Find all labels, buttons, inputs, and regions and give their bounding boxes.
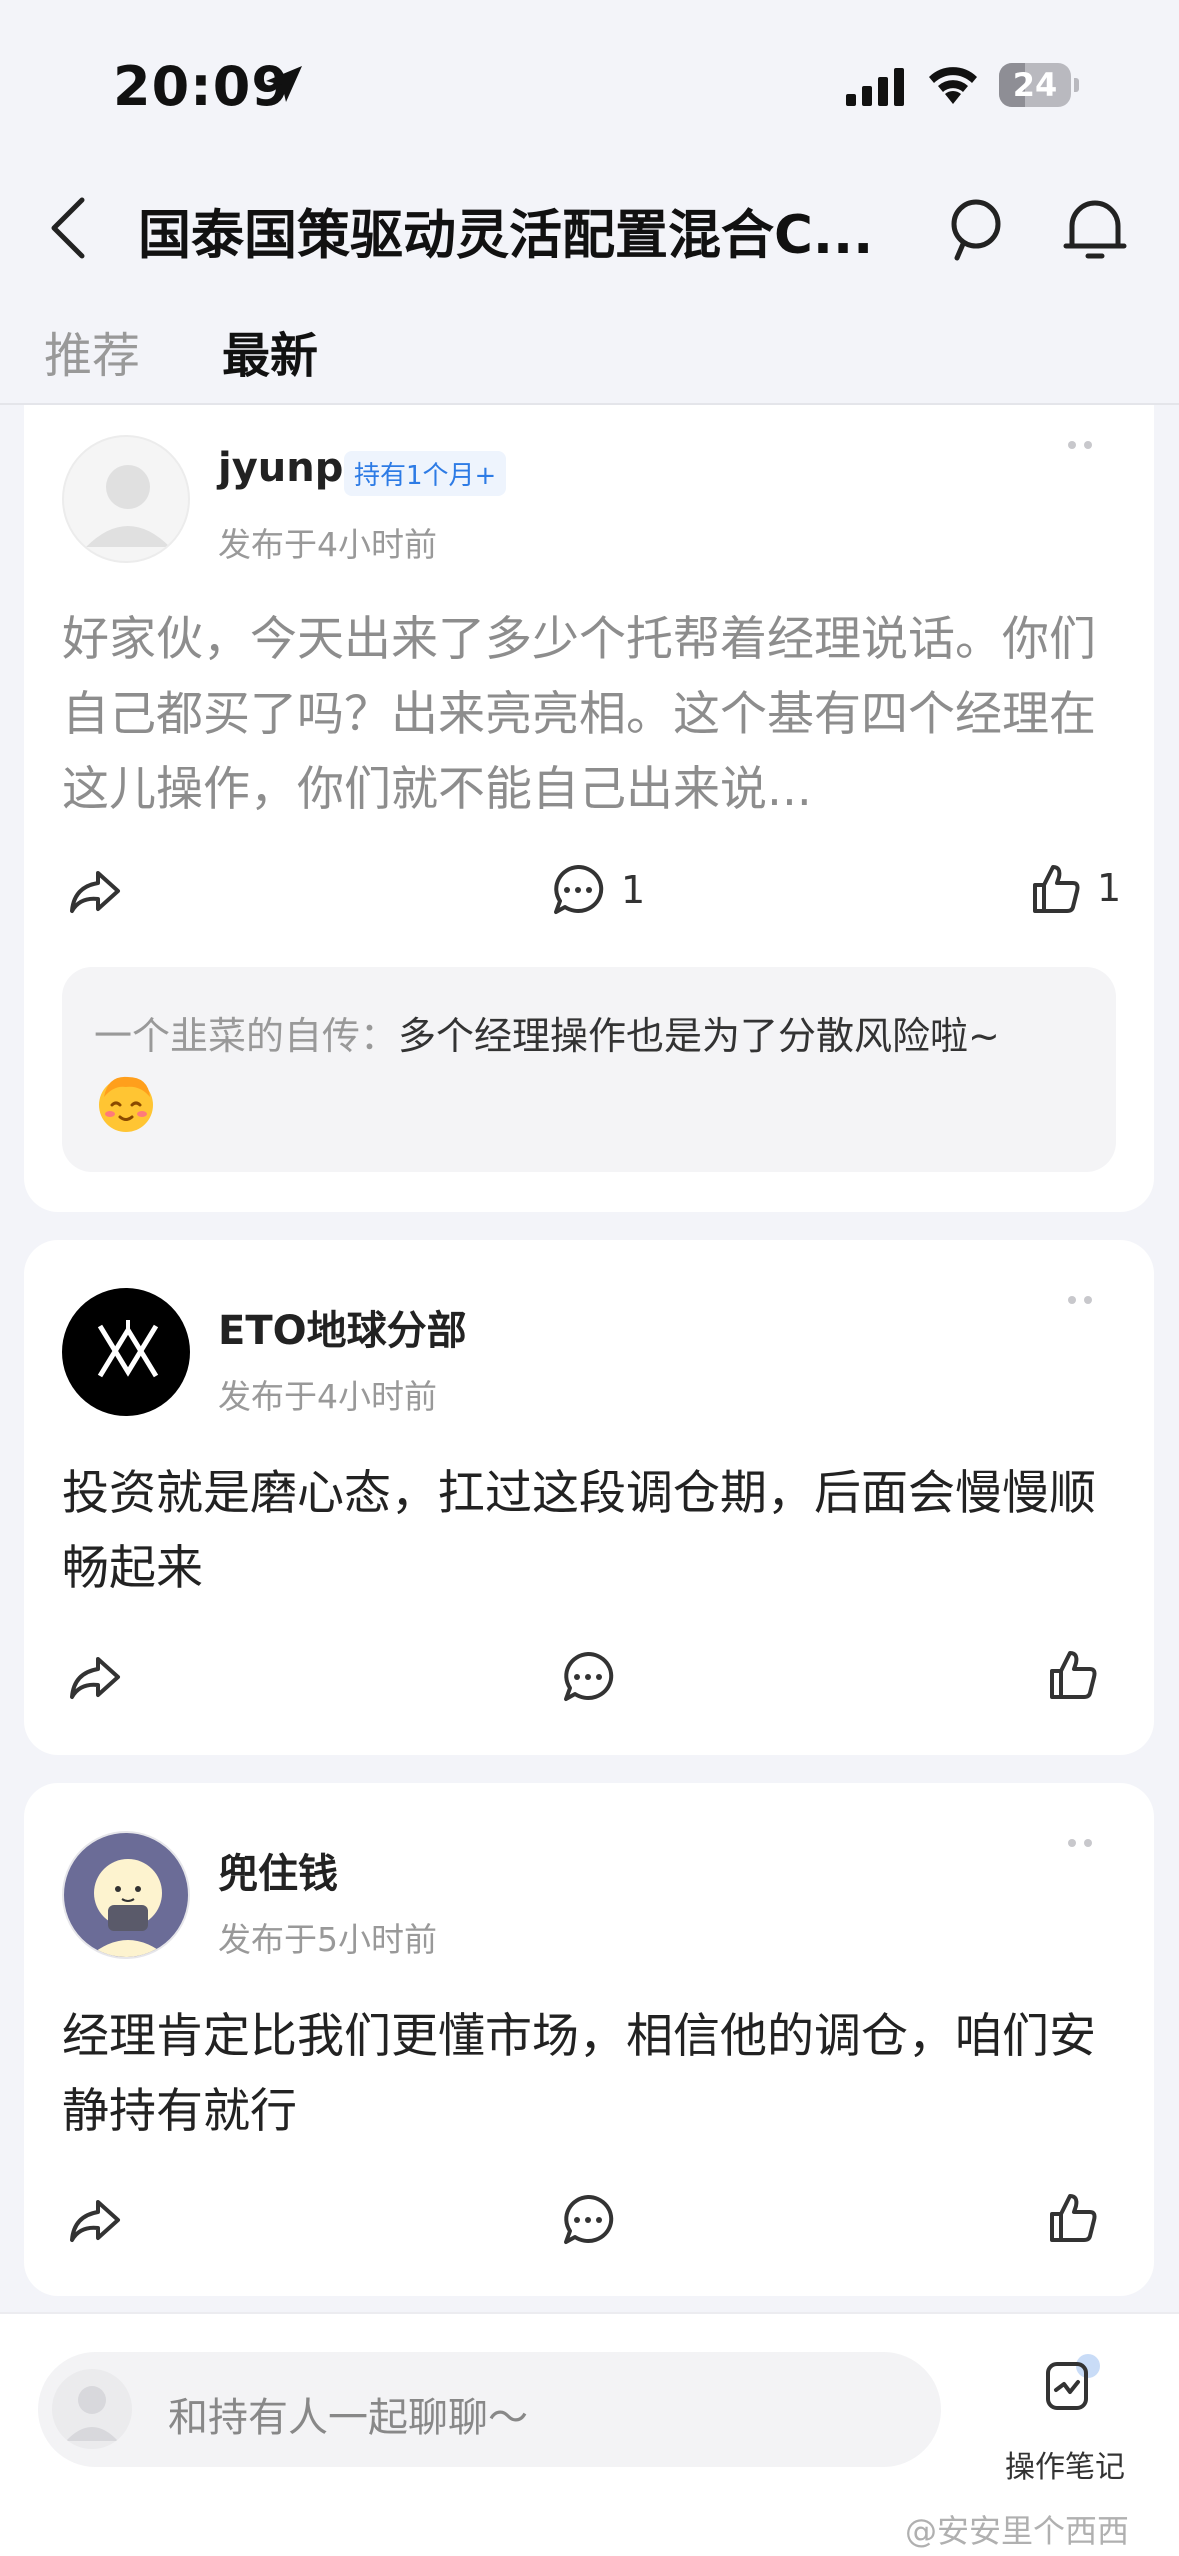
comment-icon [554,864,604,914]
comment-button[interactable] [561,1650,615,1704]
avatar[interactable] [62,435,190,563]
reply-line: 一个韭菜的自传：多个经理操作也是为了分散风险啦~ [94,1005,1000,1060]
post-time: 发布于4小时前 [218,525,437,564]
default-avatar-icon [66,2386,118,2441]
bell-icon[interactable] [1062,194,1128,264]
share-icon [70,2200,120,2242]
reply-author: 一个韭菜的自传： [94,1014,399,1058]
location-arrow-icon [266,66,302,102]
post-time: 发布于4小时前 [218,1377,437,1416]
post-content[interactable]: 投资就是磨心态，扛过这段调仓期，后面会慢慢顺畅起来 [62,1456,1122,1606]
tab-latest[interactable]: 最新 [222,316,318,386]
post-card[interactable]: 兜住钱 发布于5小时前 经理肯定比我们更懂市场，相信他的调仓，咱们安静持有就行 [24,1783,1154,2296]
like-button[interactable] [1048,2190,1098,2244]
comment-count: 1 [621,868,646,912]
cartoon-avatar-icon [88,1859,168,1957]
chat-placeholder: 和持有人一起聊聊～ [168,2395,528,2441]
thumbs-up-icon [1050,2194,1097,2242]
more-options-icon[interactable] [1068,1835,1108,1851]
page-title: 国泰国策驱动灵活配置混合C... [138,205,874,266]
search-icon[interactable] [943,194,1013,264]
share-icon [70,871,120,913]
battery-indicator: 24 [999,63,1079,107]
operation-notes-button[interactable]: 操作笔记 [990,2354,1140,2494]
chat-input[interactable]: 和持有人一起聊聊～ [38,2352,941,2467]
comment-button[interactable]: 1 [551,863,645,917]
battery-level: 24 [1012,66,1058,104]
comment-button[interactable] [561,2193,615,2247]
user-avatar [52,2369,132,2449]
comment-icon [564,1651,614,1701]
wifi-icon [929,67,977,104]
comment-icon [564,2194,614,2244]
thumbs-up-icon [1050,1651,1097,1699]
notes-label: 操作笔记 [1005,2450,1125,2485]
share-icon [70,1657,120,1699]
more-options-icon[interactable] [1068,1292,1108,1308]
share-button[interactable] [68,867,122,917]
tab-recommended[interactable]: 推荐 [44,316,140,386]
post-card[interactable]: jyunp 持有1个月+ 发布于4小时前 好家伙，今天出来了多少个托帮着经理说话… [24,405,1154,1212]
reply-preview[interactable]: 一个韭菜的自传：多个经理操作也是为了分散风险啦~ [62,967,1116,1172]
username[interactable]: ETO地球分部 [218,1298,467,1356]
reply-text: 多个经理操作也是为了分散风险啦~ [398,1014,1000,1058]
username[interactable]: 兜住钱 [218,1841,338,1899]
share-button[interactable] [68,1653,122,1703]
notes-icon [1046,2354,1100,2410]
back-button[interactable] [40,190,100,266]
blushing-face-emoji-icon [99,1076,153,1132]
like-button[interactable] [1048,1647,1098,1701]
default-avatar-icon [86,465,170,547]
more-options-icon[interactable] [1068,437,1108,453]
post-content[interactable]: 好家伙，今天出来了多少个托帮着经理说话。你们自己都买了吗？出来亮亮相。这个基有四… [62,602,1122,827]
top-area: 20:09 24 国泰国策驱动灵活配置混合C... 推荐 最新 [0,0,1179,405]
like-button[interactable]: 1 [1031,861,1121,915]
post-card[interactable]: ETO地球分部 发布于4小时前 投资就是磨心态，扛过这段调仓期，后面会慢慢顺畅起… [24,1240,1154,1755]
avatar[interactable] [62,1288,190,1416]
like-count: 1 [1097,866,1122,910]
watermark: @安安里个西西 [905,2512,1130,2550]
eto-logo-icon [97,1320,159,1378]
post-content[interactable]: 经理肯定比我们更懂市场，相信他的调仓，咱们安静持有就行 [62,1999,1122,2149]
share-button[interactable] [68,2196,122,2246]
cellular-signal-icon [846,68,904,106]
holding-badge: 持有1个月+ [344,451,507,496]
thumbs-up-icon [1033,865,1080,913]
avatar[interactable] [62,1831,190,1959]
post-time: 发布于5小时前 [218,1920,437,1959]
username[interactable]: jyunp [218,445,343,491]
